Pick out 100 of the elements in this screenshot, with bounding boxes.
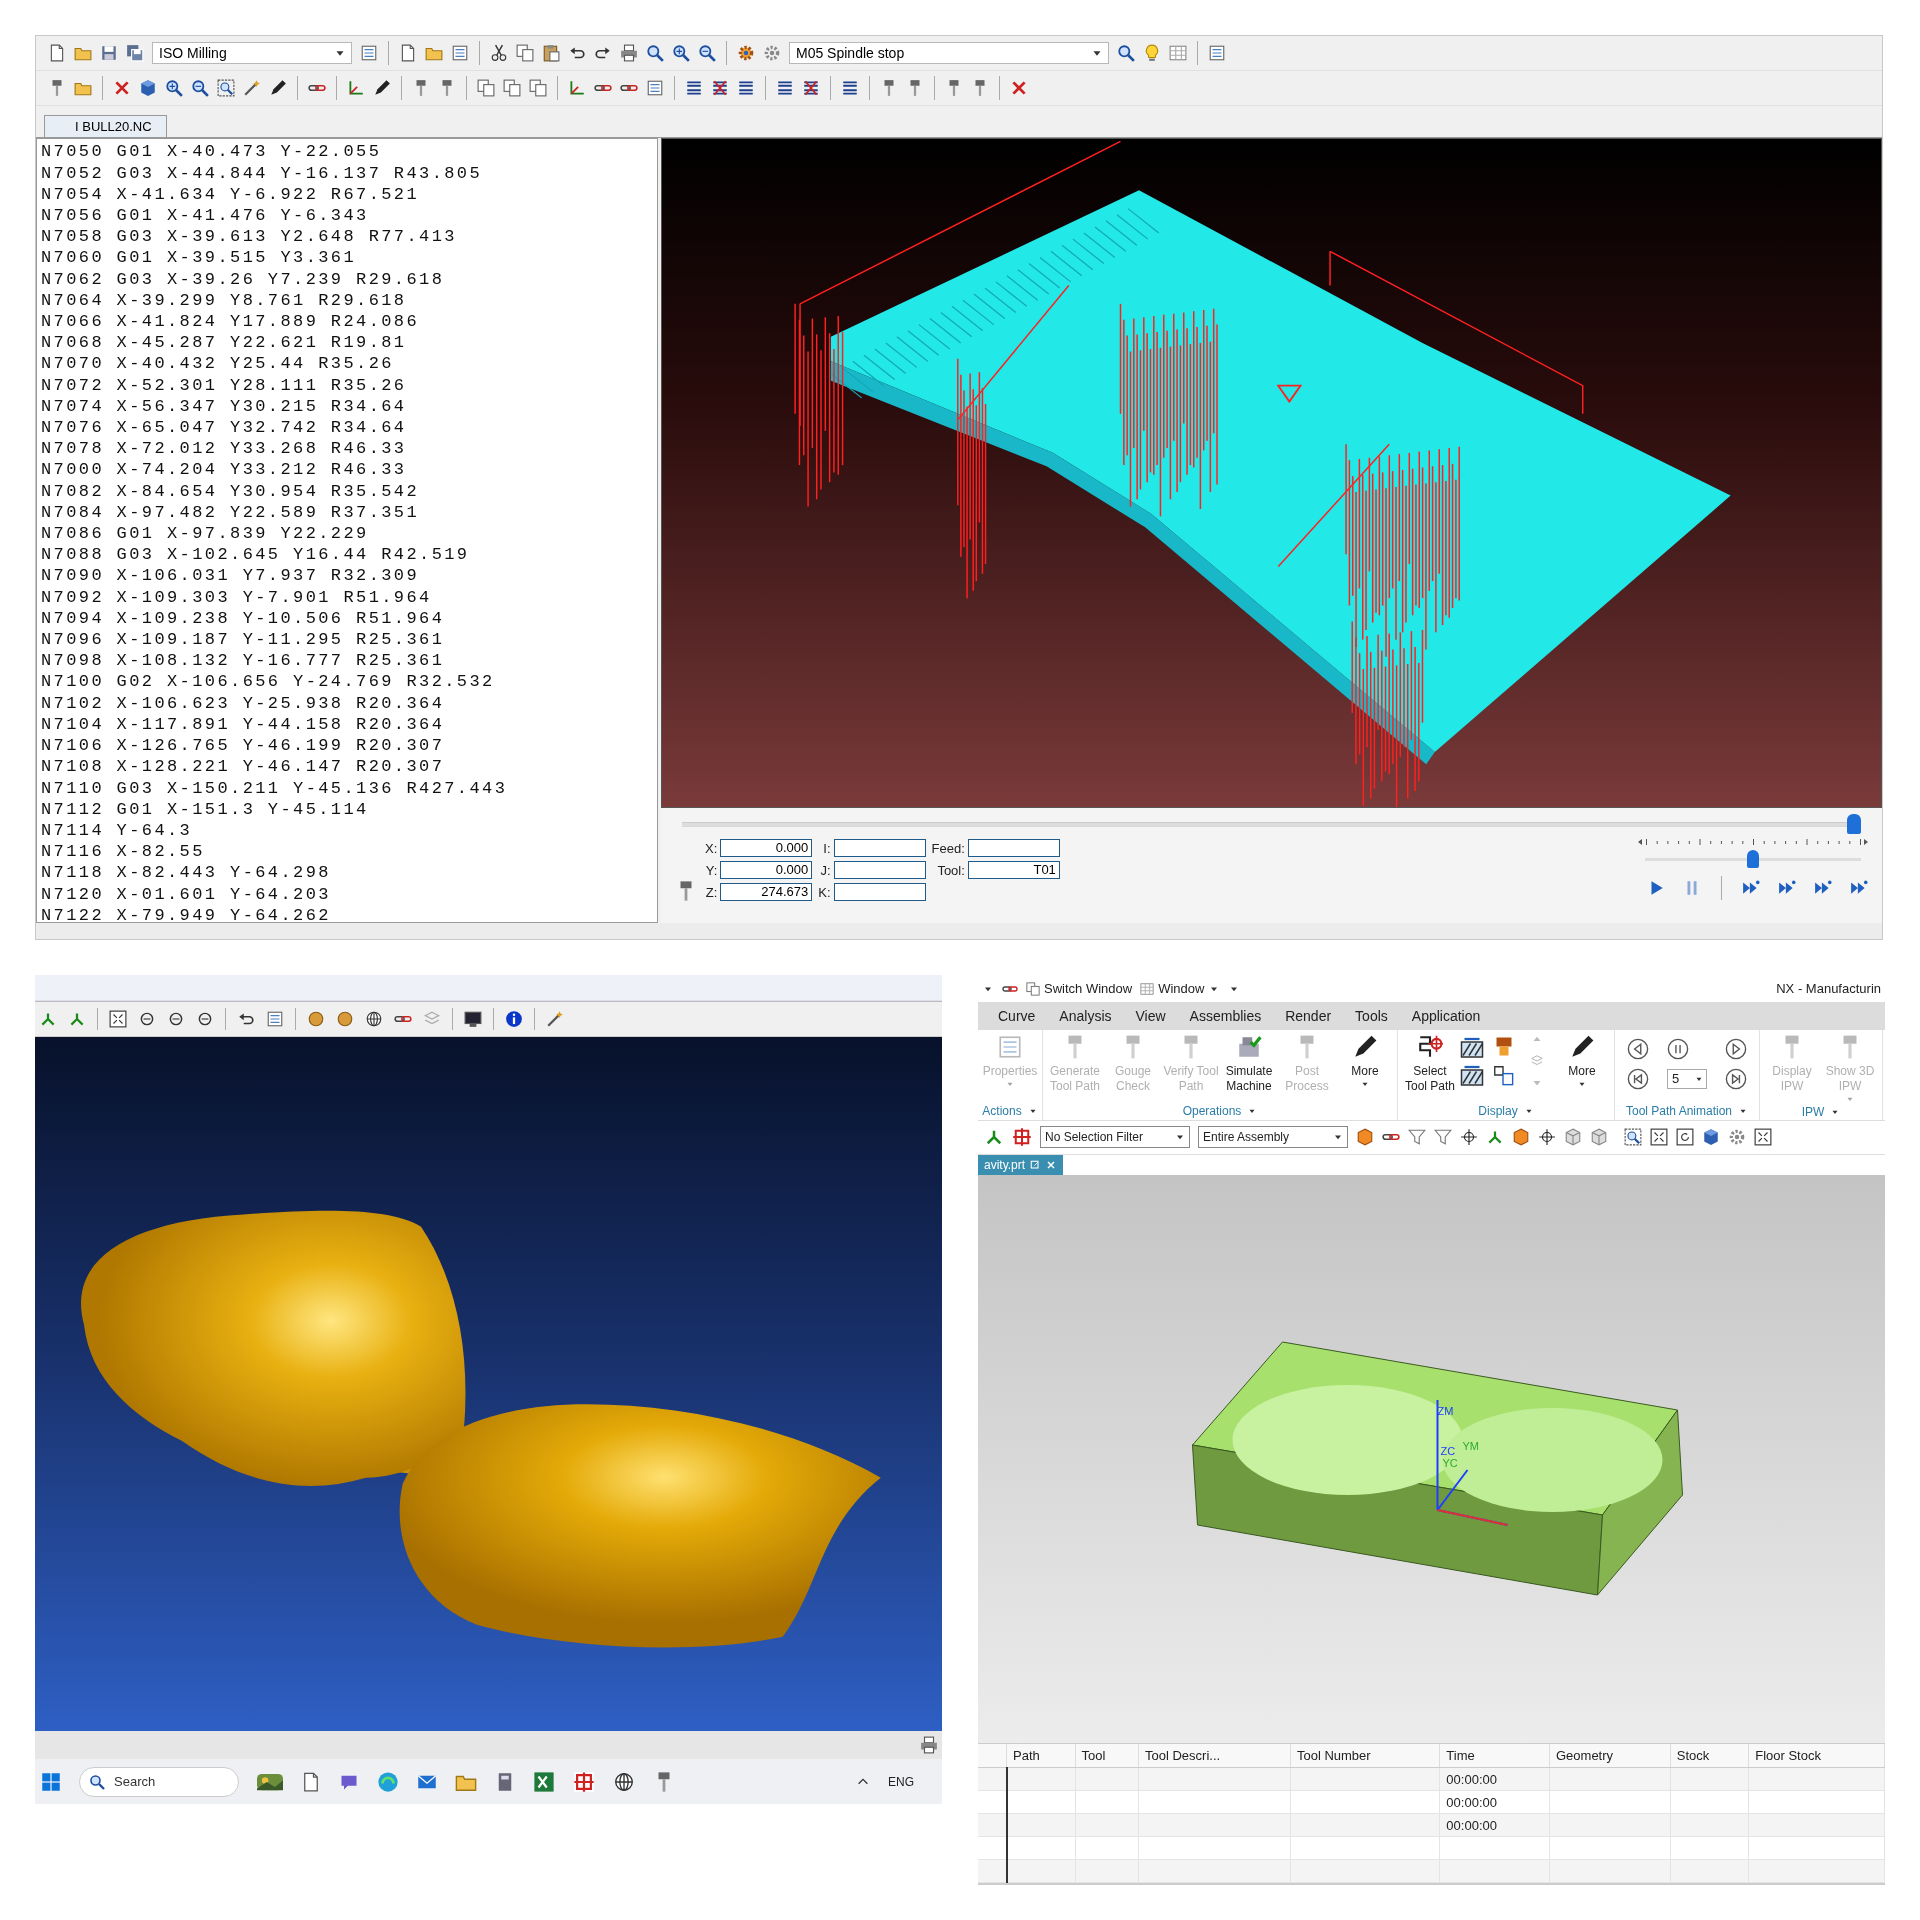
hatched-box-icon[interactable]: [1460, 1063, 1484, 1088]
pen-icon[interactable]: [269, 79, 287, 98]
sphere-icon[interactable]: [307, 1010, 325, 1028]
pen-icon[interactable]: [373, 79, 391, 98]
sheet-icon[interactable]: [1208, 44, 1226, 63]
spindle-command-dropdown[interactable]: M05 Spindle stop: [789, 42, 1109, 65]
previous-icon[interactable]: [1627, 1037, 1649, 1060]
new-document-icon[interactable]: [399, 44, 417, 63]
file-tab[interactable]: avity.prt: [978, 1155, 1064, 1175]
zoom-window-icon[interactable]: [217, 79, 235, 98]
paste-icon[interactable]: [542, 44, 560, 63]
copy-icon[interactable]: [503, 79, 521, 98]
ribbon-button[interactable]: More: [1554, 1033, 1610, 1089]
sheet-icon[interactable]: [451, 44, 469, 63]
menu-tab[interactable]: Tools: [1343, 1004, 1400, 1029]
text-lines-icon[interactable]: [841, 79, 859, 98]
ribbon-button[interactable]: Select Tool Path: [1402, 1033, 1458, 1094]
cube-icon[interactable]: [139, 79, 157, 98]
pause-icon[interactable]: [1667, 1037, 1689, 1060]
swirl-icon[interactable]: [377, 1770, 399, 1793]
grid-icon[interactable]: [1169, 44, 1187, 63]
file-tab[interactable]: I BULL20.NC: [44, 115, 167, 138]
filter-icon[interactable]: [1434, 1128, 1452, 1147]
filter-dropdown[interactable]: Entire Assembly: [1198, 1126, 1348, 1149]
hatched-box-icon[interactable]: [1460, 1035, 1484, 1060]
menu-tab[interactable]: Curve: [986, 1004, 1048, 1029]
skip-back-icon[interactable]: [1627, 1067, 1649, 1090]
close-icon[interactable]: [1045, 1159, 1058, 1171]
document-list-icon[interactable]: [1492, 1063, 1514, 1086]
menu-tab[interactable]: Application: [1399, 1004, 1493, 1029]
restore-icon[interactable]: [1029, 1159, 1042, 1171]
copy-icon[interactable]: [516, 44, 534, 63]
zoom-out-icon[interactable]: [698, 44, 716, 63]
text-lines-icon[interactable]: [685, 79, 703, 98]
wand-icon[interactable]: [243, 79, 261, 98]
lightbulb-icon[interactable]: [1143, 44, 1161, 63]
cut-icon[interactable]: [490, 44, 508, 63]
crosshair-icon[interactable]: [1538, 1128, 1556, 1147]
printer-icon[interactable]: [920, 1736, 938, 1754]
crosshair-icon[interactable]: [1460, 1128, 1478, 1147]
column-header[interactable]: Tool Descri...: [1138, 1744, 1291, 1768]
sphere-icon[interactable]: [336, 1010, 354, 1028]
menu-tab[interactable]: View: [1123, 1004, 1178, 1029]
text-lines-crossed-icon[interactable]: [711, 79, 729, 98]
column-header[interactable]: Tool: [1075, 1744, 1139, 1768]
grid-pattern-icon[interactable]: [1012, 1127, 1032, 1148]
fit-view-icon[interactable]: [1650, 1128, 1668, 1147]
menu-tab[interactable]: Render: [1273, 1004, 1344, 1029]
globe-icon[interactable]: [613, 1770, 635, 1793]
column-header[interactable]: Geometry: [1549, 1744, 1671, 1768]
window-grid-icon[interactable]: [41, 1771, 61, 1792]
globe-icon[interactable]: [365, 1010, 383, 1028]
quick-access-item[interactable]: Window: [1158, 981, 1205, 997]
slider-thumb[interactable]: [1847, 814, 1861, 835]
slider-thumb[interactable]: [1747, 850, 1759, 869]
step-dropdown[interactable]: 5: [1667, 1068, 1707, 1089]
monitor-icon[interactable]: [464, 1010, 482, 1028]
column-header[interactable]: Stock: [1670, 1744, 1749, 1768]
language-indicator[interactable]: ENG: [888, 1774, 914, 1789]
column-header[interactable]: Time: [1439, 1744, 1550, 1768]
ribbon-button[interactable]: Simulate Machine: [1221, 1033, 1277, 1094]
filter-dropdown[interactable]: No Selection Filter: [1040, 1126, 1190, 1149]
save-icon[interactable]: [100, 44, 118, 63]
wand-icon[interactable]: [546, 1010, 564, 1028]
sheet-icon[interactable]: [646, 79, 664, 98]
column-header[interactable]: Tool Number: [1290, 1744, 1440, 1768]
axes-icon[interactable]: [568, 79, 586, 98]
code-editor[interactable]: [36, 138, 658, 924]
quick-access-item[interactable]: Switch Window: [1044, 981, 1133, 997]
machine-type-dropdown[interactable]: ISO Milling: [152, 42, 352, 65]
fit-view-icon[interactable]: [109, 1010, 127, 1028]
spreadsheet-icon[interactable]: [533, 1770, 555, 1793]
info-icon[interactable]: [505, 1010, 523, 1028]
column-header[interactable]: Floor Stock: [1748, 1744, 1885, 1768]
gear-icon[interactable]: [737, 44, 755, 63]
node-tree-icon[interactable]: [68, 1010, 86, 1028]
text-lines-icon[interactable]: [776, 79, 794, 98]
zoom-in-icon[interactable]: [165, 79, 183, 98]
skip-forward-icon[interactable]: [1725, 1067, 1747, 1090]
printer-icon[interactable]: [620, 44, 638, 63]
axes-icon[interactable]: [347, 79, 365, 98]
gear-icon[interactable]: [1728, 1128, 1746, 1147]
ribbon-button[interactable]: More: [1337, 1033, 1393, 1089]
play-icon[interactable]: [1725, 1037, 1747, 1060]
column-header[interactable]: Path: [1006, 1744, 1075, 1768]
sheet-icon[interactable]: [360, 44, 378, 63]
sheet-icon[interactable]: [266, 1010, 284, 1028]
save-all-icon[interactable]: [126, 44, 144, 63]
search-icon[interactable]: [646, 44, 664, 63]
copy-icon[interactable]: [529, 79, 547, 98]
menu-tab[interactable]: Assemblies: [1177, 1004, 1274, 1029]
zoom-window-icon[interactable]: [1624, 1128, 1642, 1147]
grid-pattern-icon[interactable]: [573, 1770, 595, 1793]
search-icon[interactable]: [1117, 44, 1135, 63]
new-document-icon[interactable]: [301, 1771, 321, 1792]
rotate-icon[interactable]: [1676, 1128, 1694, 1147]
cube-icon[interactable]: [1702, 1128, 1720, 1147]
node-tree-icon[interactable]: [39, 1010, 57, 1028]
new-document-icon[interactable]: [48, 44, 66, 63]
filter-icon[interactable]: [1408, 1128, 1426, 1147]
